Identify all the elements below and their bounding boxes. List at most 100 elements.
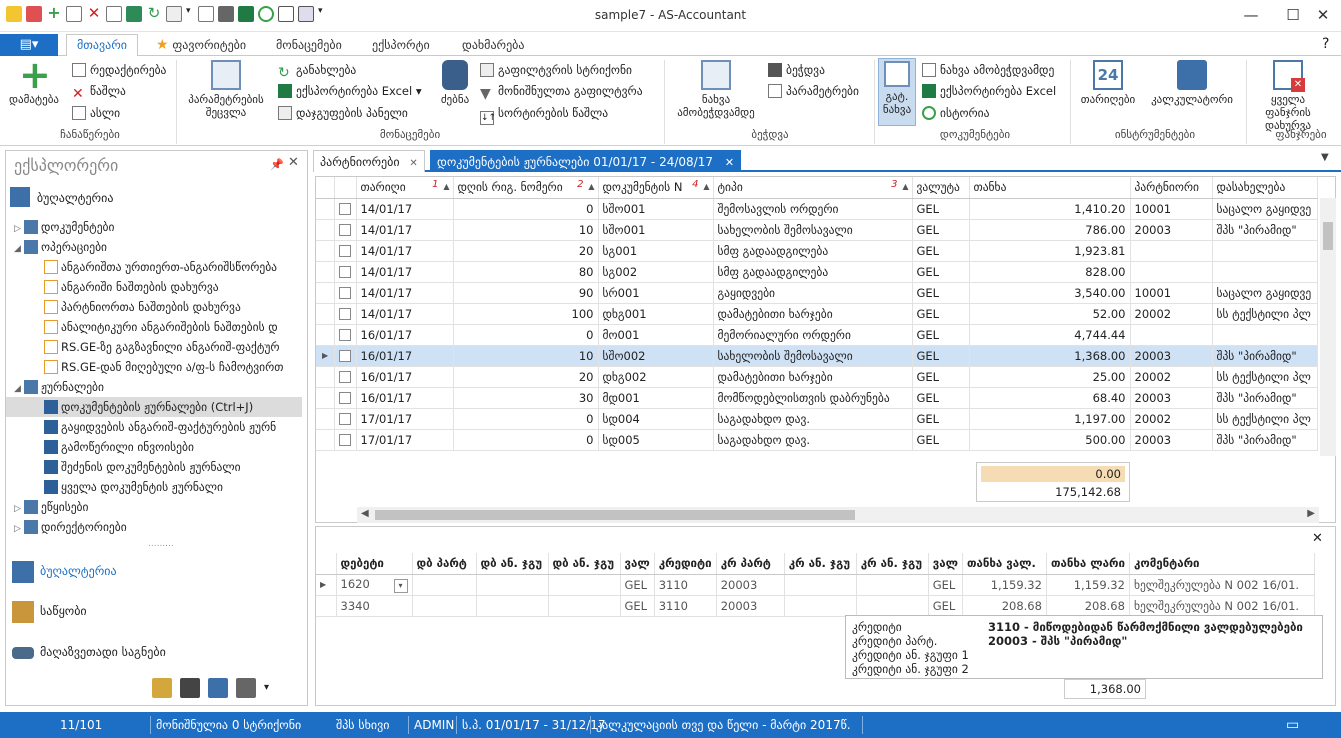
table-cell[interactable]: სდ005 [598, 429, 714, 451]
table-row[interactable]: ▶ 16/01/17 10 სშო002 სახელობის შემოსავალი GEL… [316, 345, 1318, 367]
vertical-scrollbar[interactable] [1320, 198, 1336, 456]
table-cell[interactable]: 4,744.44 [969, 324, 1131, 346]
close-panel-icon[interactable]: ✕ [288, 155, 299, 170]
table-cell[interactable]: 786.00 [969, 219, 1131, 241]
table-cell[interactable]: GEL [912, 324, 970, 346]
row-checkbox-cell[interactable] [334, 324, 357, 346]
collapse-arrow-icon[interactable]: ◢ [14, 239, 24, 257]
horizontal-scroll-thumb[interactable] [375, 510, 855, 520]
table-cell[interactable]: 10001 [1130, 198, 1213, 220]
history-button[interactable]: ისტორია [922, 103, 989, 123]
table-cell[interactable]: GEL [912, 345, 970, 367]
document-view-button[interactable]: გატ. ნახვა [878, 58, 916, 126]
table-cell[interactable]: 14/01/17 [356, 261, 454, 283]
row-checkbox[interactable] [338, 244, 351, 257]
row-checkbox-cell[interactable] [334, 219, 357, 241]
entries-column-header[interactable]: ვალ [928, 553, 963, 575]
table-cell[interactable]: 30 [453, 387, 599, 409]
entries-cell[interactable]: GEL [928, 574, 963, 596]
table-cell[interactable]: მემორიალური ორდერი [713, 324, 913, 346]
table-cell[interactable]: 1,923.81 [969, 240, 1131, 262]
tree-item[interactable]: ▷ დოკუმენტები [6, 217, 302, 237]
tree-item[interactable]: ყველა დოკუმენტის ჟურნალი [6, 477, 302, 497]
row-checkbox-cell[interactable] [334, 261, 357, 283]
table-cell[interactable]: 500.00 [969, 429, 1131, 451]
table-cell[interactable]: 16/01/17 [356, 387, 454, 409]
table-cell[interactable]: დამატებითი ხარჯები [713, 303, 913, 325]
table-cell[interactable]: შპს "პირამიდ" [1212, 345, 1318, 367]
tab-help[interactable]: დახმარება [452, 36, 535, 56]
entries-cell[interactable] [784, 574, 857, 596]
table-cell[interactable]: 1,410.20 [969, 198, 1131, 220]
row-checkbox[interactable] [338, 307, 351, 320]
table-cell[interactable]: შპს "პირამიდ" [1212, 429, 1318, 451]
tree-item[interactable]: გამოწერილი ინვოისები [6, 437, 302, 457]
entries-cell[interactable] [476, 595, 549, 617]
table-cell[interactable]: 14/01/17 [356, 219, 454, 241]
scroll-right-icon[interactable]: ▶ [1307, 508, 1315, 519]
table-cell[interactable]: 14/01/17 [356, 282, 454, 304]
row-checkbox-cell[interactable] [334, 429, 357, 451]
table-cell[interactable]: საგადახდო დავ. [713, 429, 913, 451]
entries-row[interactable]: ▶ 1620 ▾ GEL 3110 20003 GEL 1,159.32 1,159.32 ხელ… [316, 574, 1315, 596]
entries-column-header[interactable]: კრ ან. ჯგუ [784, 553, 857, 575]
table-row[interactable]: 16/01/17 20 დხგ002 დამატებითი ხარჯები GEL 25.… [316, 366, 1318, 388]
table-cell[interactable]: 20002 [1130, 303, 1213, 325]
entries-cell[interactable]: 3340 [336, 595, 413, 617]
row-checkbox[interactable] [338, 286, 351, 299]
horizontal-scrollbar[interactable]: ◀ ▶ [357, 507, 1319, 523]
refresh-button[interactable]: ↻ განახლება [278, 60, 356, 80]
tab-partners[interactable]: პარტნიორები ✕ [313, 150, 425, 172]
row-checkbox[interactable] [338, 223, 351, 236]
entries-cell[interactable]: 20003 [716, 574, 785, 596]
tree-item[interactable]: ◢ ჟურნალები [6, 377, 302, 397]
tab-list-dropdown-icon[interactable]: ▼ [1321, 152, 1329, 163]
table-cell[interactable]: საცალო გაყიდვე [1212, 282, 1318, 304]
scroll-left-icon[interactable]: ◀ [361, 508, 369, 519]
sort-delete-button[interactable]: ↓↑ სორტირების წაშლა [480, 103, 608, 125]
table-cell[interactable] [1130, 240, 1213, 262]
table-cell[interactable] [1212, 261, 1318, 283]
row-checkbox-cell[interactable] [334, 198, 357, 220]
entries-cell[interactable]: ხელშეკრულება N 002 16/01. [1129, 595, 1315, 617]
table-cell[interactable]: შპს "პირამიდ" [1212, 387, 1318, 409]
table-cell[interactable]: 90 [453, 282, 599, 304]
table-cell[interactable]: სრ001 [598, 282, 714, 304]
entries-cell[interactable]: GEL [620, 595, 655, 617]
table-cell[interactable]: 0 [453, 429, 599, 451]
column-header[interactable]: ვალუტა [912, 177, 970, 199]
table-cell[interactable]: 16/01/17 [356, 324, 454, 346]
table-row[interactable]: 17/01/17 0 სდ005 საგადახდო დავ. GEL 500.00 200… [316, 429, 1318, 451]
entries-column-header[interactable]: თანხა ლარი [1046, 553, 1130, 575]
entries-cell[interactable] [784, 595, 857, 617]
tab-data[interactable]: მონაცემები [266, 36, 352, 56]
table-cell[interactable]: 1,368.00 [969, 345, 1131, 367]
table-row[interactable]: 14/01/17 20 სგ001 სმფ გადაადგილება GEL 1,923.… [316, 240, 1318, 262]
checkbox-header[interactable] [334, 177, 357, 199]
table-cell[interactable]: სს ტექსტილი პლ [1212, 303, 1318, 325]
expand-arrow-icon[interactable]: ▷ [14, 219, 24, 237]
table-cell[interactable]: 80 [453, 261, 599, 283]
maximize-button[interactable]: ☐ [1278, 4, 1308, 26]
table-cell[interactable]: 14/01/17 [356, 303, 454, 325]
table-cell[interactable]: 20003 [1130, 219, 1213, 241]
table-cell[interactable]: GEL [912, 240, 970, 262]
splitter-handle[interactable]: ......... [148, 539, 174, 549]
entries-cell[interactable]: 3110 [654, 595, 717, 617]
table-cell[interactable]: დხგ001 [598, 303, 714, 325]
close-window-button[interactable]: ✕ [1308, 4, 1338, 26]
table-cell[interactable]: დხგ002 [598, 366, 714, 388]
tree-item[interactable]: RS.GE-ზე გაგზავნილი ანგარიშ-ფაქტურ [6, 337, 302, 357]
column-header[interactable]: დღის რიგ. ნომერი 2 ▲ [453, 177, 599, 199]
entries-column-header[interactable]: თანხა ვალ. [962, 553, 1047, 575]
entries-cell[interactable] [476, 574, 549, 596]
tree-item[interactable]: ანგარიში ნაშთების დახურვა [6, 277, 302, 297]
table-cell[interactable]: 17/01/17 [356, 429, 454, 451]
table-cell[interactable]: საგადახდო დავ. [713, 408, 913, 430]
entries-cell[interactable] [412, 574, 477, 596]
close-tab-icon[interactable]: ✕ [725, 156, 734, 169]
table-cell[interactable]: GEL [912, 408, 970, 430]
table-cell[interactable]: GEL [912, 198, 970, 220]
tree-item[interactable]: ◢ ოპერაციები [6, 237, 302, 257]
entries-column-header[interactable]: დებეტი [336, 553, 413, 575]
